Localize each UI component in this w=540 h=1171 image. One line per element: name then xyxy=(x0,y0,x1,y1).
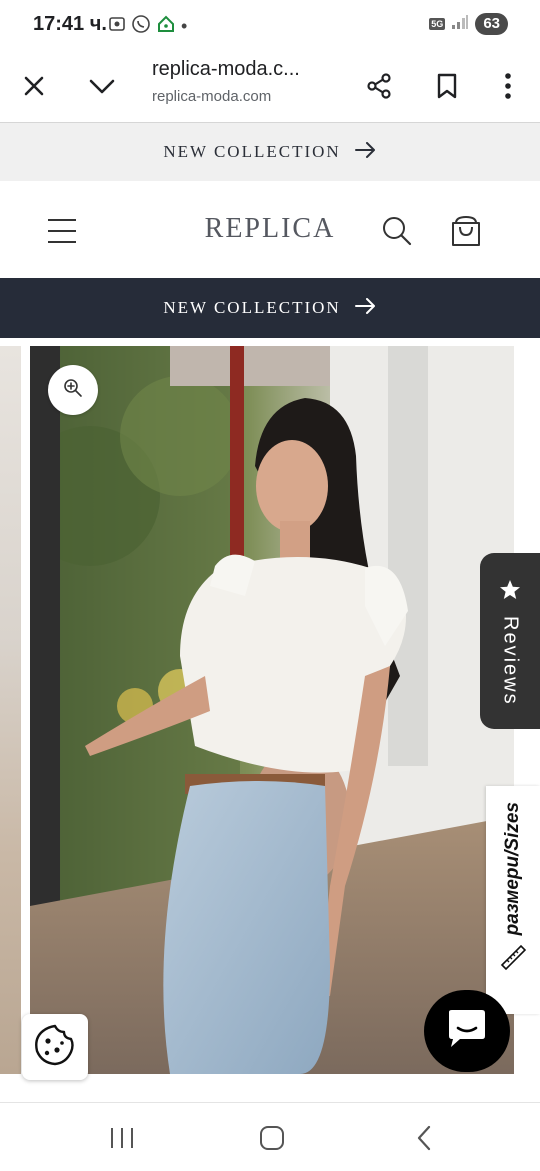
signal-icon xyxy=(451,14,469,35)
announcement-bar-dark[interactable]: NEW COLLECTION xyxy=(0,278,540,338)
search-icon[interactable] xyxy=(377,211,417,251)
zoom-in-icon xyxy=(63,378,83,403)
close-icon[interactable] xyxy=(12,64,56,108)
page-url[interactable]: replica-moda.com xyxy=(152,88,271,105)
bookmark-icon[interactable] xyxy=(425,64,469,108)
status-notification-icons: • xyxy=(108,14,187,39)
previous-product-image[interactable] xyxy=(0,346,21,1074)
network-type: 5G xyxy=(429,18,446,30)
more-vert-icon[interactable] xyxy=(486,64,530,108)
cookie-settings-button[interactable] xyxy=(22,1014,88,1080)
announcement-bar-top[interactable]: NEW COLLECTION xyxy=(0,122,540,182)
home-app-icon xyxy=(156,14,176,39)
zoom-button[interactable] xyxy=(48,365,98,415)
product-gallery[interactable] xyxy=(0,338,540,1102)
sizes-tab[interactable]: размери/Sizes xyxy=(486,786,540,1014)
page-title[interactable]: replica-moda.c... xyxy=(152,58,300,81)
dot-icon: • xyxy=(181,16,188,36)
battery-level: 63 xyxy=(475,13,508,35)
product-image[interactable] xyxy=(30,346,514,1074)
screenshot-icon xyxy=(108,15,126,38)
chat-button[interactable] xyxy=(424,990,510,1072)
system-nav-bar xyxy=(0,1102,540,1171)
product-photo xyxy=(30,346,514,1074)
reviews-tab[interactable]: Reviews xyxy=(480,553,540,729)
cookie-icon xyxy=(33,1023,77,1072)
status-time: 17:41 ч. xyxy=(33,13,107,35)
announcement-text-dark[interactable]: NEW COLLECTION xyxy=(163,298,340,318)
sizes-label[interactable]: размери/Sizes xyxy=(502,802,524,935)
cart-icon[interactable] xyxy=(446,211,486,251)
share-icon[interactable] xyxy=(357,64,401,108)
ruler-icon xyxy=(499,943,527,976)
chevron-down-icon[interactable] xyxy=(80,64,124,108)
announcement-text[interactable]: NEW COLLECTION xyxy=(163,142,340,162)
chat-icon xyxy=(444,1008,490,1055)
status-system-icons: 5G 63 xyxy=(429,13,508,35)
star-icon xyxy=(499,579,521,606)
browser-toolbar: replica-moda.c... replica-moda.com xyxy=(0,50,540,122)
recents-icon[interactable] xyxy=(100,1121,144,1155)
viber-icon xyxy=(131,14,151,39)
reviews-label[interactable]: Reviews xyxy=(499,616,522,706)
site-header: REPLICA xyxy=(0,181,540,278)
status-bar: 17:41 ч. • 5G 63 xyxy=(0,0,540,50)
arrow-right-icon xyxy=(354,141,377,163)
arrow-right-icon xyxy=(354,297,377,319)
home-icon[interactable] xyxy=(250,1121,294,1155)
back-icon[interactable] xyxy=(402,1121,446,1155)
